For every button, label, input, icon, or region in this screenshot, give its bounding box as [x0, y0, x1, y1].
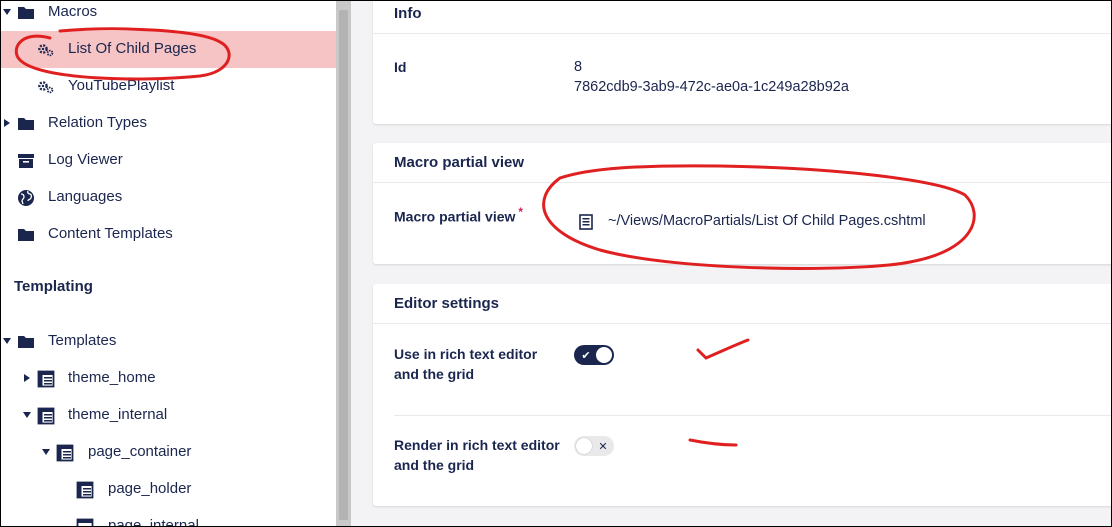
cogs-icon — [38, 44, 54, 57]
check-icon: ✔ — [581, 349, 591, 362]
tree-item-label: page_holder — [108, 480, 192, 497]
sidebar-scrollbar-thumb[interactable] — [339, 10, 348, 520]
use-in-rte-label-line1: Use in rich text editor — [394, 346, 538, 362]
layout-template-icon — [76, 481, 94, 499]
macro-partial-view-label: Macro partial view * — [394, 203, 523, 227]
macro-partial-view-label-text: Macro partial view — [394, 208, 516, 225]
folder-icon — [18, 336, 34, 348]
caret-down-icon[interactable] — [41, 447, 51, 457]
layout-template-icon — [37, 407, 55, 425]
use-in-rte-label-line2: and the grid — [394, 366, 475, 382]
caret-down-icon[interactable] — [22, 410, 32, 420]
tree-item-page-container[interactable]: page_container — [0, 434, 336, 471]
macro-partial-view-path-link[interactable]: ~/Views/MacroPartials/List Of Child Page… — [608, 211, 926, 231]
tree-item-log-viewer[interactable]: Log Viewer — [0, 142, 336, 179]
render-in-rte-label-line2: and the grid — [394, 457, 475, 473]
tree-item-page-holder[interactable]: page_holder — [0, 471, 336, 508]
tree-item-label: Log Viewer — [48, 151, 123, 168]
settings-divider — [394, 415, 1112, 416]
folder-icon — [18, 7, 34, 19]
tree-item-label: page_container — [88, 443, 192, 460]
layout-template-icon — [76, 518, 94, 527]
tree-item-label: Languages — [48, 188, 123, 205]
tree-item-label: List Of Child Pages — [68, 40, 197, 57]
caret-right-icon[interactable] — [22, 373, 32, 383]
sidebar-tree: Macros List Of Child Pages YouTubePlayli… — [0, 0, 336, 527]
tree-item-theme-internal[interactable]: theme_internal — [0, 397, 336, 434]
tree-item-label: Relation Types — [48, 114, 147, 131]
tree-item-macros[interactable]: Macros — [0, 0, 336, 31]
tree-item-label: Macros — [48, 3, 98, 20]
layout-template-icon — [37, 370, 55, 388]
folder-icon — [18, 118, 34, 130]
tree-item-label: theme_internal — [68, 406, 168, 423]
tree-item-label: theme_home — [68, 369, 156, 386]
macro-partial-view-card: Macro partial view Macro partial view * ~… — [373, 143, 1112, 264]
use-in-rte-label: Use in rich text editor and the grid — [394, 344, 537, 384]
templating-section-title: Templating — [14, 278, 93, 295]
id-label: Id — [394, 59, 407, 75]
guid-value: 7862cdb9-3ab9-472c-ae0a-1c249a28b92a — [574, 79, 849, 95]
tree-item-templates[interactable]: Templates — [0, 323, 336, 360]
render-in-rte-label-line1: Render in rich text editor — [394, 437, 560, 453]
editor-settings-card-title: Editor settings — [373, 284, 1112, 324]
info-card: Info Id 8 7862cdb9-3ab9-472c-ae0a-1c249a… — [373, 0, 1112, 124]
editor-settings-card: Editor settings Use in rich text editor … — [373, 284, 1112, 506]
caret-down-icon[interactable] — [2, 336, 12, 346]
tree-item-theme-home[interactable]: theme_home — [0, 360, 336, 397]
tree-item-label: page_internal — [108, 517, 199, 527]
id-value: 8 — [574, 59, 583, 75]
toggle-knob — [576, 438, 592, 454]
tree-item-label: Content Templates — [48, 225, 173, 242]
caret-right-icon[interactable] — [2, 118, 12, 128]
layout-template-icon — [56, 444, 74, 462]
macro-partial-view-card-title: Macro partial view — [373, 143, 1112, 183]
render-in-rte-toggle[interactable]: ✕ — [574, 436, 614, 456]
use-in-rte-toggle[interactable]: ✔ — [574, 345, 614, 365]
tree-item-languages[interactable]: Languages — [0, 179, 336, 216]
close-icon: ✕ — [598, 440, 608, 453]
globe-icon — [18, 190, 34, 206]
toggle-knob — [596, 347, 612, 363]
archive-box-icon — [18, 154, 34, 168]
tree-item-list-of-child-pages[interactable]: List Of Child Pages — [0, 31, 336, 68]
tree-item-label: Templates — [48, 332, 117, 349]
tree-item-relation-types[interactable]: Relation Types — [0, 105, 336, 142]
render-in-rte-label: Render in rich text editor and the grid — [394, 435, 560, 475]
folder-icon — [18, 229, 34, 241]
tree-item-content-templates[interactable]: Content Templates — [0, 216, 336, 253]
tree-item-label: YouTubePlaylist — [68, 77, 175, 94]
required-mark: * — [518, 206, 523, 219]
tree-item-youtubeplaylist[interactable]: YouTubePlaylist — [0, 68, 336, 105]
tree-item-page-internal[interactable]: page_internal — [0, 508, 336, 527]
caret-down-icon[interactable] — [2, 7, 12, 17]
document-icon — [579, 214, 593, 230]
cogs-icon — [38, 81, 54, 94]
info-card-title: Info — [373, 0, 1112, 34]
macro-editor-main: Info Id 8 7862cdb9-3ab9-472c-ae0a-1c249a… — [351, 0, 1112, 527]
